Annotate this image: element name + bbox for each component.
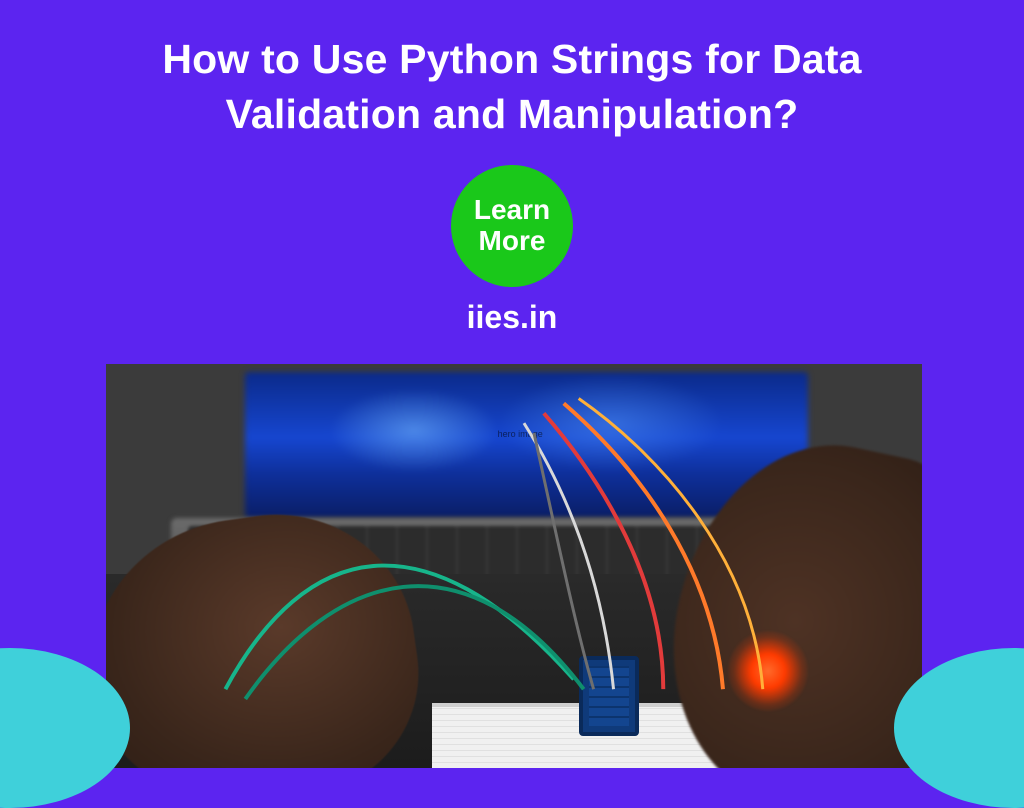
page-title: How to Use Python Strings for Data Valid… <box>0 0 1024 143</box>
site-url-text: iies.in <box>467 299 558 336</box>
hero-image: hero image <box>106 364 922 768</box>
learn-more-label-line2: More <box>479 226 546 257</box>
learn-more-label-line1: Learn <box>474 195 550 226</box>
hero-cta-area: Learn More iies.in <box>0 165 1024 336</box>
learn-more-button[interactable]: Learn More <box>451 165 573 287</box>
